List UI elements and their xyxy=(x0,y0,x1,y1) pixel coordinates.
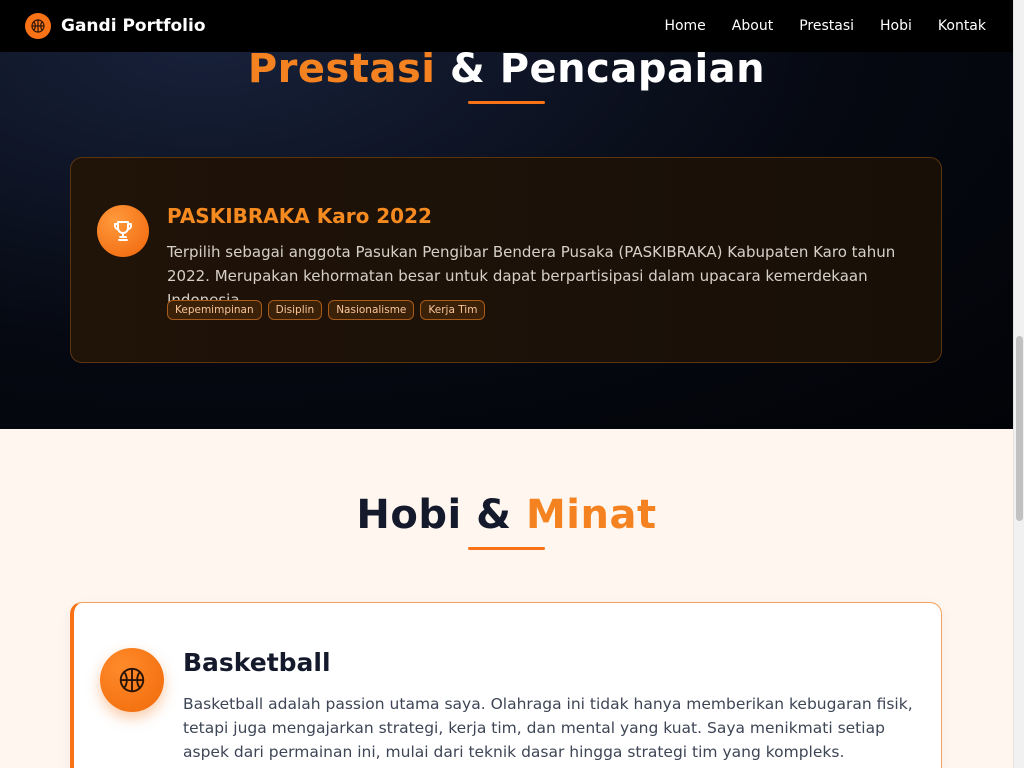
brand-name: Gandi Portfolio xyxy=(61,16,206,36)
nav-link-prestasi[interactable]: Prestasi xyxy=(799,18,854,34)
nav-link-hobi[interactable]: Hobi xyxy=(880,18,912,34)
heading-underline xyxy=(468,547,545,550)
heading-highlight: Minat xyxy=(525,492,657,538)
basketball-icon xyxy=(25,13,51,39)
heading-text: & Pencapaian xyxy=(449,46,766,92)
vertical-scrollbar[interactable] xyxy=(1013,0,1024,768)
achievement-title: PASKIBRAKA Karo 2022 xyxy=(167,204,432,228)
tag-disiplin: Disiplin xyxy=(267,300,323,320)
tag-kepemimpinan: Kepemimpinan xyxy=(167,300,262,320)
hobby-description: Basketball adalah passion utama saya. Ol… xyxy=(183,695,913,761)
hobi-heading: Hobi & Minat xyxy=(0,492,1013,538)
heading-underline xyxy=(468,101,545,104)
tag-kerja-tim: Kerja Tim xyxy=(420,300,486,320)
scrollbar-thumb[interactable] xyxy=(1016,336,1023,521)
brand[interactable]: Gandi Portfolio xyxy=(25,13,206,39)
prestasi-section: Prestasi & Pencapaian PASKIBRAKA Karo 20… xyxy=(0,0,1013,429)
nav-link-about[interactable]: About xyxy=(732,18,773,34)
prestasi-heading: Prestasi & Pencapaian xyxy=(0,46,1013,92)
basketball-icon xyxy=(100,648,164,712)
nav-links: Home About Prestasi Hobi Kontak xyxy=(638,18,986,34)
tag-nasionalisme: Nasionalisme xyxy=(328,300,415,320)
heading-text: Hobi & xyxy=(356,492,512,538)
navbar: Gandi Portfolio Home About Prestasi Hobi… xyxy=(0,0,1013,52)
hobby-card-basketball: Basketball Basketball adalah passion uta… xyxy=(70,602,942,768)
hobby-title: Basketball xyxy=(183,648,331,677)
achievement-card: PASKIBRAKA Karo 2022 Terpilih sebagai an… xyxy=(70,157,942,363)
nav-link-kontak[interactable]: Kontak xyxy=(938,18,986,34)
heading-highlight: Prestasi xyxy=(247,46,436,92)
nav-link-home[interactable]: Home xyxy=(664,18,705,34)
achievement-tags: Kepemimpinan Disiplin Nasionalisme Kerja… xyxy=(167,300,491,320)
trophy-icon xyxy=(97,205,149,257)
